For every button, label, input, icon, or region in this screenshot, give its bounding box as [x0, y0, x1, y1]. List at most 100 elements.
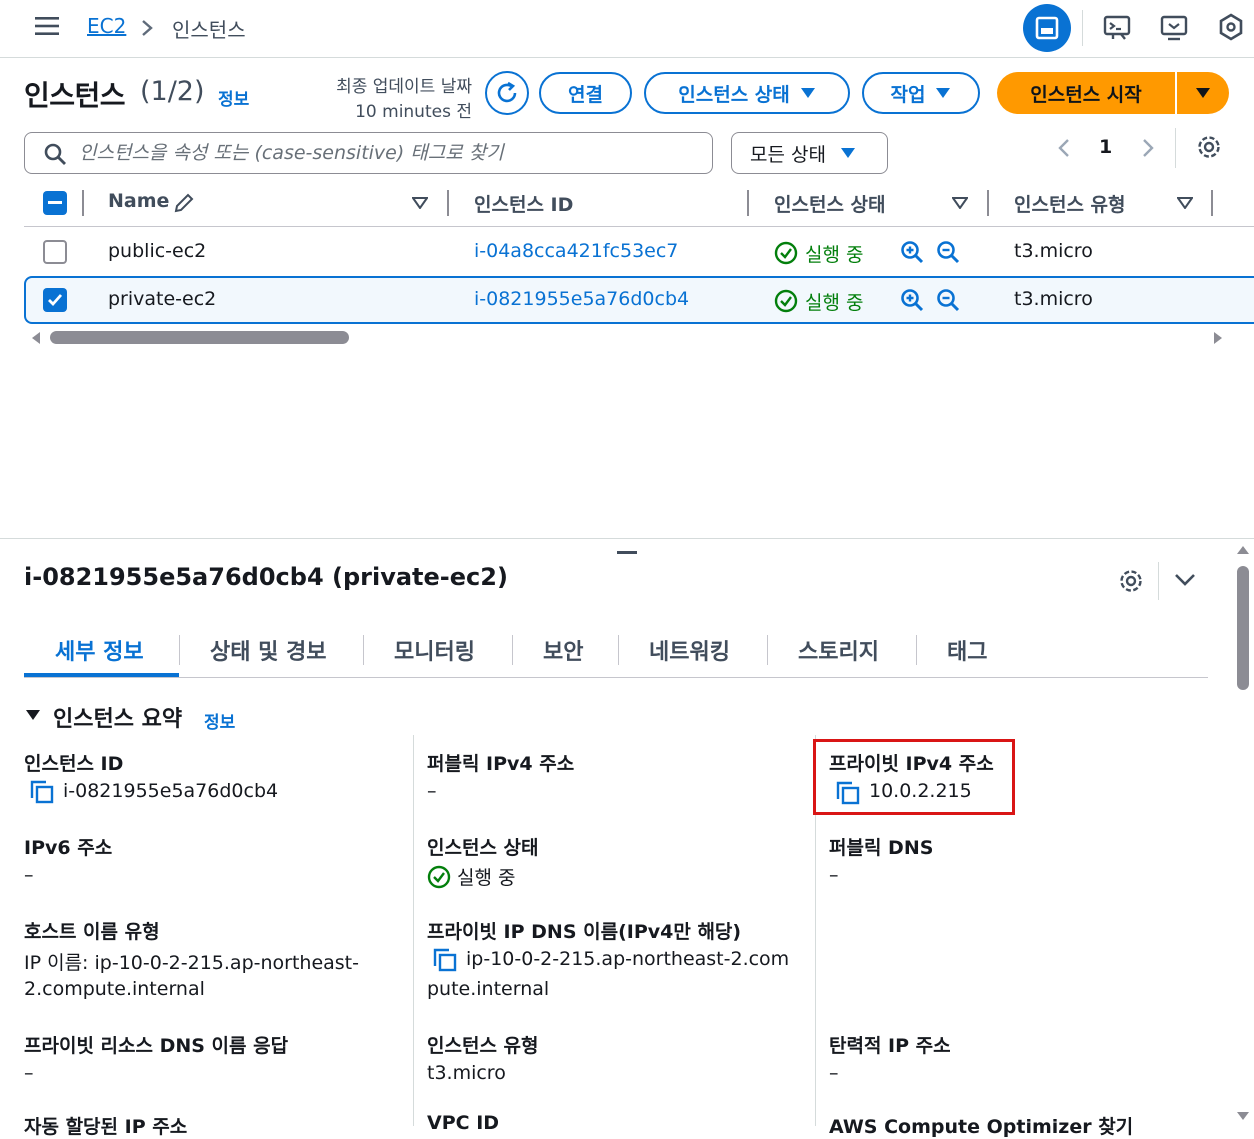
section-info-link[interactable]: 정보	[204, 708, 235, 733]
split-panel-toggle-button[interactable]	[1023, 4, 1071, 52]
connect-label: 연결	[568, 83, 603, 106]
check-circle-icon	[427, 865, 451, 889]
sort-caret-icon[interactable]	[952, 197, 968, 209]
instance-state-label: 인스턴스 상태	[427, 837, 539, 859]
connect-button[interactable]: 연결	[539, 72, 632, 114]
sort-caret-icon[interactable]	[412, 197, 428, 209]
previous-page-button[interactable]	[1056, 137, 1072, 159]
instance-state-label: 인스턴스 상태	[678, 83, 790, 106]
cloudshell-icon[interactable]	[1103, 14, 1131, 42]
instance-id-value: i-0821955e5a76d0cb4	[63, 780, 279, 802]
chevron-right-icon	[1143, 139, 1154, 157]
instance-state-dropdown[interactable]: 인스턴스 상태	[644, 72, 850, 114]
row-instance-type: t3.micro	[1014, 288, 1093, 310]
row-checkbox-checked[interactable]	[43, 288, 67, 312]
launch-instances-button[interactable]: 인스턴스 시작	[997, 72, 1175, 114]
public-dns-value: –	[829, 864, 839, 886]
zoom-out-icon[interactable]	[936, 288, 960, 312]
row-name: private-ec2	[108, 288, 217, 310]
breadcrumb-current: 인스턴스	[172, 18, 246, 42]
scroll-down-arrow[interactable]	[1236, 1110, 1250, 1122]
column-header-name[interactable]: Name	[108, 190, 169, 212]
private-dns-value-line1: ip-10-0-2-215.ap-northeast-2.com	[466, 948, 790, 970]
zoom-in-icon[interactable]	[900, 240, 924, 264]
tab-status-alarms[interactable]: 상태 및 경보	[210, 634, 327, 666]
actions-dropdown[interactable]: 작업	[862, 72, 980, 114]
edit-pencil-icon	[173, 192, 195, 214]
search-icon	[43, 142, 67, 166]
section-title[interactable]: 인스턴스 요약	[53, 701, 182, 733]
tab-security[interactable]: 보안	[543, 634, 583, 666]
collapse-chevron-down-icon[interactable]	[1174, 572, 1196, 588]
table-preferences-button[interactable]	[1196, 134, 1222, 160]
hostname-type-label: 호스트 이름 유형	[24, 921, 160, 943]
instance-type-label: 인스턴스 유형	[427, 1035, 539, 1057]
caret-down-icon	[840, 148, 855, 158]
instance-state-value: 실행 중	[457, 867, 516, 889]
instance-type-link[interactable]: t3.micro	[427, 1062, 506, 1084]
tab-storage[interactable]: 스토리지	[798, 634, 879, 666]
breadcrumb-ec2-link[interactable]: EC2	[87, 14, 126, 38]
resource-dns-label: 프라이빗 리소스 DNS 이름 응답	[24, 1035, 289, 1057]
copy-icon[interactable]	[836, 781, 860, 805]
caret-down-icon[interactable]	[25, 709, 41, 721]
row-checkbox[interactable]	[43, 240, 67, 264]
checkmark-icon	[48, 294, 63, 307]
settings-hexagon-icon[interactable]	[1218, 13, 1244, 41]
sort-caret-icon[interactable]	[1177, 197, 1193, 209]
refresh-button[interactable]	[485, 71, 529, 115]
vertical-scrollbar-thumb[interactable]	[1237, 566, 1249, 690]
table-row-selected[interactable]: private-ec2 i-0821955e5a76d0cb4 실행 중 t3.…	[24, 276, 1254, 324]
tab-details[interactable]: 세부 정보	[55, 634, 144, 666]
menu-icon[interactable]	[35, 16, 59, 36]
caret-down-icon	[1196, 88, 1210, 98]
private-ipv4-value: 10.0.2.215	[869, 780, 972, 802]
info-link[interactable]: 정보	[218, 85, 249, 110]
search-input[interactable]	[79, 139, 699, 167]
column-header-instance-type[interactable]: 인스턴스 유형	[1014, 190, 1126, 217]
tab-networking[interactable]: 네트워킹	[649, 634, 730, 666]
next-page-button[interactable]	[1140, 137, 1156, 159]
actions-label: 작업	[890, 83, 926, 106]
tab-tags[interactable]: 태그	[947, 634, 987, 666]
row-instance-id-link[interactable]: i-0821955e5a76d0cb4	[474, 288, 689, 310]
panel-preferences-button[interactable]	[1118, 568, 1144, 594]
row-instance-id-link[interactable]: i-04a8cca421fc53ec7	[474, 240, 678, 262]
private-ipv4-label: 프라이빗 IPv4 주소	[829, 753, 994, 775]
column-header-instance-state[interactable]: 인스턴스 상태	[774, 190, 886, 217]
search-field[interactable]	[24, 132, 713, 174]
state-filter-value: 모든 상태	[750, 143, 826, 166]
gear-icon	[1198, 136, 1220, 158]
instance-id-label: 인스턴스 ID	[24, 753, 124, 775]
launch-label: 인스턴스 시작	[1030, 83, 1142, 106]
table-row[interactable]: public-ec2 i-04a8cca421fc53ec7 실행 중 t3.m…	[24, 228, 1254, 276]
public-dns-label: 퍼블릭 DNS	[829, 837, 934, 859]
column-header-instance-id[interactable]: 인스턴스 ID	[474, 190, 573, 217]
row-name: public-ec2	[108, 240, 207, 262]
chevron-left-icon	[1058, 139, 1069, 157]
resize-handle[interactable]	[617, 551, 637, 554]
horizontal-scrollbar-thumb[interactable]	[50, 331, 349, 344]
ipv6-label: IPv6 주소	[24, 837, 113, 859]
minus-icon	[48, 201, 62, 204]
vpc-id-label: VPC ID	[427, 1112, 500, 1134]
monitor-icon[interactable]	[1160, 14, 1188, 42]
page-title: 인스턴스	[24, 79, 126, 112]
scroll-up-arrow[interactable]	[1236, 544, 1250, 556]
state-filter-select[interactable]: 모든 상태	[731, 132, 888, 174]
zoom-in-icon[interactable]	[900, 288, 924, 312]
select-all-checkbox[interactable]	[43, 191, 67, 215]
chevron-right-icon	[141, 19, 153, 37]
detail-title: i-0821955e5a76d0cb4 (private-ec2)	[24, 563, 508, 591]
copy-icon[interactable]	[30, 780, 54, 804]
copy-icon[interactable]	[433, 948, 457, 972]
private-dns-label: 프라이빗 IP DNS 이름(IPv4만 해당)	[427, 921, 742, 943]
launch-instances-dropdown[interactable]	[1177, 72, 1229, 114]
tab-monitoring[interactable]: 모니터링	[394, 634, 475, 666]
elastic-ip-label: 탄력적 IP 주소	[829, 1035, 951, 1057]
zoom-out-icon[interactable]	[936, 240, 960, 264]
scroll-left-arrow[interactable]	[30, 331, 42, 345]
check-circle-icon	[774, 289, 798, 313]
current-page-number[interactable]: 1	[1099, 136, 1112, 158]
scroll-right-arrow[interactable]	[1212, 331, 1224, 345]
